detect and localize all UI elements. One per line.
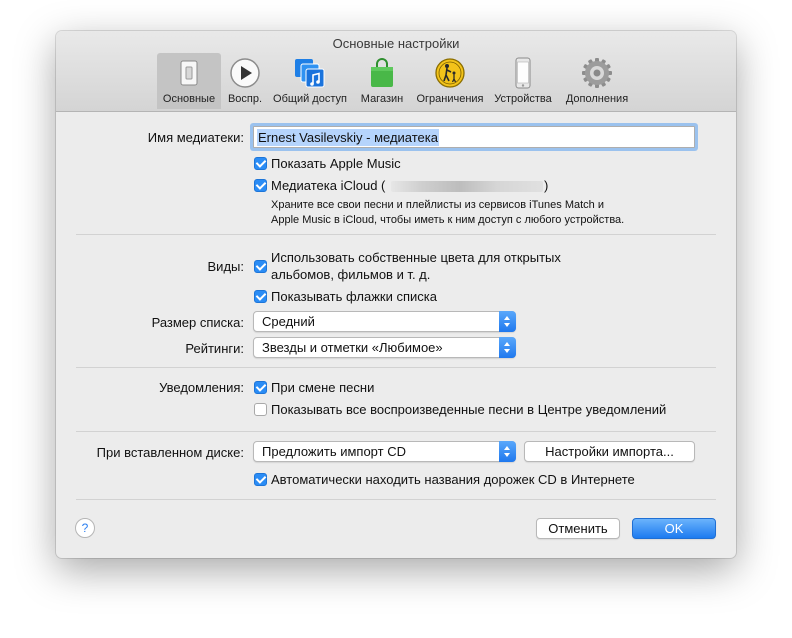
tab-sharing[interactable]: Общий доступ	[268, 53, 352, 109]
sharing-icon	[295, 59, 325, 88]
show-all-played-label: Показывать все воспроизведенные песни в …	[271, 402, 667, 417]
tab-sharing-label: Общий доступ	[273, 93, 347, 105]
window-title: Основные настройки	[332, 36, 460, 51]
tab-restrictions[interactable]: Ограничения	[412, 53, 488, 109]
iphone-icon	[515, 57, 531, 89]
tab-store-label: Магазин	[360, 93, 404, 105]
notifications-label: Уведомления:	[159, 380, 244, 395]
tab-general-label: Основные	[162, 93, 216, 105]
separator	[76, 431, 716, 432]
library-name-value: Ernest Vasilevskiy - медиатека	[257, 129, 439, 146]
show-all-played-checkbox[interactable]	[254, 403, 267, 416]
popup-arrows-icon	[499, 337, 516, 358]
gear-icon	[582, 58, 612, 88]
preferences-window: Основные настройки Основные Воспр. Общий…	[56, 31, 736, 558]
cancel-button[interactable]: Отменить	[536, 518, 620, 539]
tab-playback[interactable]: Воспр.	[222, 53, 268, 109]
custom-colors-label-line2: альбомов, фильмов и т. д.	[271, 267, 431, 282]
tab-devices-label: Устройства	[494, 93, 552, 105]
show-apple-music-label: Показать Apple Music	[271, 156, 401, 171]
icloud-note-line1: Храните все свои песни и плейлисты из се…	[271, 199, 604, 211]
song-change-checkbox[interactable]	[254, 381, 267, 394]
play-icon	[230, 58, 260, 88]
library-name-field[interactable]: Ernest Vasilevskiy - медиатека	[253, 126, 695, 148]
icloud-note-line2: Apple Music в iCloud, чтобы иметь к ним …	[271, 214, 625, 226]
auto-track-names-checkbox[interactable]	[254, 473, 267, 486]
ok-button[interactable]: OK	[632, 518, 716, 539]
store-bag-icon	[371, 58, 393, 87]
list-size-label: Размер списка:	[151, 315, 244, 330]
list-size-value: Средний	[262, 314, 315, 329]
popup-arrows-icon	[499, 441, 516, 462]
tab-advanced-label: Дополнения	[565, 93, 629, 105]
cd-action-popup[interactable]: Предложить импорт CD	[253, 441, 516, 462]
toolbar: Основные настройки Основные Воспр. Общий…	[56, 31, 736, 112]
ratings-label: Рейтинги:	[185, 341, 244, 356]
help-button[interactable]: ?	[75, 518, 95, 538]
song-change-label: При смене песни	[271, 380, 375, 395]
popup-arrows-icon	[499, 311, 516, 332]
tab-store[interactable]: Магазин	[354, 53, 410, 109]
icloud-library-label-end: )	[544, 178, 549, 193]
tab-general[interactable]: Основные	[157, 53, 221, 109]
list-checkboxes-label: Показывать флажки списка	[271, 289, 437, 304]
views-label: Виды:	[207, 259, 244, 274]
tab-playback-label: Воспр.	[227, 93, 263, 105]
icloud-library-label: Медиатека iCloud (	[271, 178, 386, 193]
separator	[76, 234, 716, 235]
list-size-popup[interactable]: Средний	[253, 311, 516, 332]
import-settings-button[interactable]: Настройки импорта...	[524, 441, 695, 462]
library-name-label: Имя медиатеки:	[147, 130, 244, 145]
ratings-value: Звезды и отметки «Любимое»	[262, 340, 443, 355]
icloud-library-checkbox[interactable]	[254, 179, 267, 192]
tab-advanced[interactable]: Дополнения	[560, 53, 634, 109]
ratings-popup[interactable]: Звезды и отметки «Любимое»	[253, 337, 516, 358]
list-checkboxes-checkbox[interactable]	[254, 290, 267, 303]
auto-track-names-label: Автоматически находить названия дорожек …	[271, 472, 635, 487]
custom-colors-label-line1: Использовать собственные цвета для откры…	[271, 250, 561, 265]
redacted-apple-id	[391, 181, 543, 192]
cd-insert-label: При вставленном диске:	[96, 445, 244, 460]
parental-restrictions-icon	[435, 58, 465, 88]
show-apple-music-checkbox[interactable]	[254, 157, 267, 170]
separator	[76, 499, 716, 500]
general-switch-icon	[180, 60, 198, 86]
tab-devices[interactable]: Устройства	[490, 53, 556, 109]
separator	[76, 367, 716, 368]
custom-colors-checkbox[interactable]	[254, 260, 267, 273]
cd-action-value: Предложить импорт CD	[262, 444, 406, 459]
tab-restrictions-label: Ограничения	[416, 93, 484, 105]
